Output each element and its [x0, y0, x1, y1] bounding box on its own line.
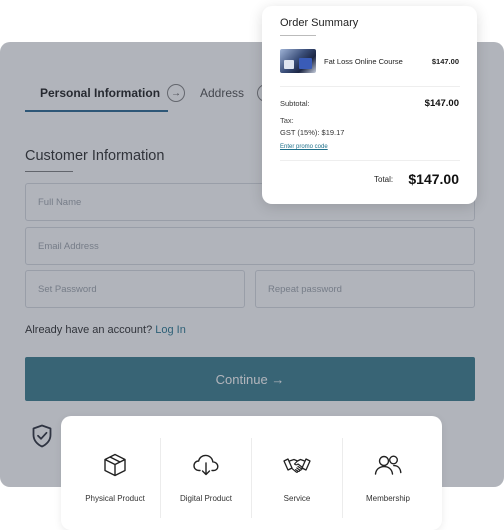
shield-check-icon — [32, 424, 52, 448]
product-name: Fat Loss Online Course — [324, 57, 403, 66]
cloud-download-icon — [193, 454, 219, 476]
thumbnail-shape — [299, 58, 312, 69]
handshake-icon — [283, 458, 311, 473]
product-type-panel: Physical Product Digital Product Service… — [61, 416, 442, 530]
tax-value: GST (15%): $19.17 — [280, 128, 345, 137]
tax-label: Tax: — [280, 116, 294, 125]
continue-button[interactable]: Continue → — [25, 357, 475, 401]
product-type-label: Membership — [365, 494, 410, 503]
subtotal-label: Subtotal: — [280, 99, 310, 108]
password-placeholder: Set Password — [38, 283, 97, 295]
account-prompt: Already have an account? Log In — [25, 324, 186, 336]
section-underline — [25, 171, 73, 172]
product-type-label: Digital Product — [179, 494, 233, 503]
users-icon — [374, 455, 402, 475]
section-title: Customer Information — [25, 148, 165, 164]
email-placeholder: Email Address — [38, 240, 99, 252]
product-type-label: Physical Product — [85, 494, 145, 503]
repeat-password-field[interactable]: Repeat password — [255, 270, 475, 308]
login-link[interactable]: Log In — [155, 324, 186, 336]
product-type-digital[interactable]: Digital Product — [161, 438, 251, 518]
box-icon — [104, 453, 126, 477]
product-type-label: Service — [283, 494, 311, 503]
repeat-password-placeholder: Repeat password — [268, 283, 342, 295]
title-underline — [280, 35, 316, 36]
step-address[interactable]: Address — [200, 84, 244, 112]
divider — [280, 160, 460, 161]
order-summary-title: Order Summary — [280, 17, 359, 29]
divider — [280, 86, 460, 87]
product-type-service[interactable]: Service — [252, 438, 342, 518]
order-summary: Order Summary Fat Loss Online Course $14… — [262, 6, 477, 204]
subtotal-value: $147.00 — [424, 98, 459, 109]
product-price: $147.00 — [431, 57, 459, 66]
password-field[interactable]: Set Password — [25, 270, 245, 308]
continue-label: Continue → — [215, 371, 285, 387]
product-thumbnail — [280, 49, 316, 73]
thumbnail-shape — [284, 60, 294, 69]
total-value: $147.00 — [408, 171, 459, 187]
step-personal-information[interactable]: Personal Information — [25, 84, 168, 112]
total-label: Total: — [374, 175, 394, 184]
arrow-right-icon: → — [167, 84, 185, 102]
email-field[interactable]: Email Address — [25, 227, 475, 265]
product-type-membership[interactable]: Membership — [343, 438, 433, 518]
promo-code-link[interactable]: Enter promo code — [280, 144, 328, 150]
full-name-placeholder: Full Name — [38, 196, 82, 208]
account-prompt-text: Already have an account? — [25, 324, 153, 336]
product-type-physical[interactable]: Physical Product — [70, 438, 160, 518]
